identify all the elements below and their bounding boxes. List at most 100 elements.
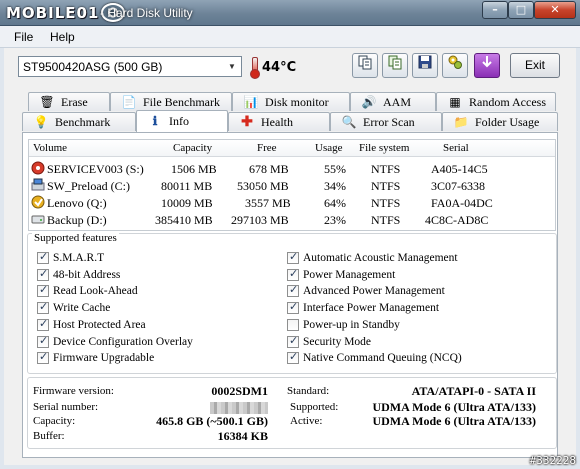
active-value: UDMA Mode 6 (Ultra ATA/133) bbox=[372, 414, 536, 428]
system-drive-icon bbox=[31, 178, 45, 191]
feature-label: Interface Power Management bbox=[303, 302, 440, 315]
checkbox-checked-icon[interactable] bbox=[37, 334, 49, 348]
feature-checkbox[interactable]: Write Cache bbox=[37, 300, 111, 315]
col-file-system[interactable]: File system bbox=[359, 142, 409, 154]
supported-label: Supported: bbox=[290, 401, 339, 413]
magnifier-icon: 🔍 bbox=[341, 114, 357, 129]
drive-select-value: ST9500420ASG (500 GB) bbox=[23, 60, 163, 74]
tab-erase[interactable]: 🗑 Erase bbox=[28, 92, 110, 111]
tab-random-access[interactable]: ▦ Random Access bbox=[436, 92, 556, 111]
feature-label: Write Cache bbox=[53, 302, 111, 315]
minimize-button[interactable]: – bbox=[482, 1, 508, 19]
checkbox-checked-icon[interactable] bbox=[37, 267, 49, 281]
active-label: Active: bbox=[290, 415, 323, 427]
tab-aam[interactable]: 🔊 AAM bbox=[350, 92, 436, 111]
menu-down-button[interactable] bbox=[474, 53, 500, 78]
window-title: - Hard Disk Utility bbox=[100, 6, 193, 20]
close-button[interactable]: ✕ bbox=[534, 1, 576, 19]
col-volume[interactable]: Volume bbox=[33, 142, 67, 154]
checkbox-unchecked-icon[interactable] bbox=[287, 318, 299, 331]
firmware-label: Firmware version: bbox=[33, 385, 114, 397]
temperature-display: 44°C bbox=[250, 56, 296, 79]
table-row[interactable]: SW_Preload (C:) 80011 MB 53050 MB 34% NT… bbox=[29, 177, 555, 194]
checkbox-checked-icon[interactable] bbox=[287, 283, 299, 298]
thermometer-icon bbox=[250, 57, 260, 79]
menu-file[interactable]: File bbox=[14, 30, 33, 44]
feature-checkbox[interactable]: Power-up in Standby bbox=[287, 318, 400, 332]
volume-table: Volume Capacity Free Usage File system S… bbox=[28, 139, 556, 231]
lightbulb-icon: 💡 bbox=[33, 114, 49, 129]
feature-checkbox[interactable]: Security Mode bbox=[287, 334, 371, 349]
tab-error-scan[interactable]: 🔍 Error Scan bbox=[330, 112, 442, 131]
feature-checkbox[interactable]: Device Configuration Overlay bbox=[37, 334, 193, 349]
recovery-drive-icon bbox=[31, 195, 45, 209]
feature-checkbox[interactable]: S.M.A.R.T bbox=[37, 250, 105, 265]
feature-checkbox[interactable]: Native Command Queuing (NCQ) bbox=[287, 350, 462, 365]
feature-checkbox[interactable]: Advanced Power Management bbox=[287, 283, 445, 298]
col-serial[interactable]: Serial bbox=[443, 142, 469, 154]
feature-label: Device Configuration Overlay bbox=[53, 335, 193, 348]
checkbox-checked-icon[interactable] bbox=[287, 250, 299, 264]
drive-select[interactable]: ST9500420ASG (500 GB) ▼ bbox=[18, 56, 242, 77]
trash-icon: 🗑 bbox=[39, 94, 55, 109]
save-button[interactable] bbox=[412, 53, 438, 78]
maximize-button[interactable]: □ bbox=[508, 1, 534, 19]
copy-report-icon bbox=[388, 55, 402, 70]
checkbox-checked-icon[interactable] bbox=[37, 300, 49, 315]
service-drive-icon bbox=[31, 161, 45, 175]
checkbox-checked-icon[interactable] bbox=[37, 283, 49, 298]
watermark: #332228 bbox=[529, 454, 576, 467]
speaker-icon: 🔊 bbox=[361, 94, 377, 109]
checkbox-checked-icon[interactable] bbox=[287, 300, 299, 315]
logo-text: MOBILE01 bbox=[6, 3, 100, 22]
chart-icon: 📊 bbox=[243, 94, 259, 109]
checkbox-checked-icon[interactable] bbox=[37, 350, 49, 365]
feature-label: Power-up in Standby bbox=[303, 318, 400, 331]
feature-checkbox[interactable]: Read Look-Ahead bbox=[37, 283, 138, 298]
feature-checkbox[interactable]: Power Management bbox=[287, 267, 395, 282]
feature-label: 48-bit Address bbox=[53, 268, 121, 281]
table-row[interactable]: Lenovo (Q:) 10009 MB 3557 MB 64% NTFS FA… bbox=[29, 194, 555, 211]
capacity-value: 465.8 GB (~500.1 GB) bbox=[156, 414, 268, 428]
copy-info-icon bbox=[358, 55, 372, 70]
capacity-label: Capacity: bbox=[33, 415, 76, 427]
feature-checkbox[interactable]: Automatic Acoustic Management bbox=[287, 250, 458, 265]
checkbox-checked-icon[interactable] bbox=[287, 350, 299, 365]
tab-disk-monitor[interactable]: 📊 Disk monitor bbox=[232, 92, 350, 111]
checkbox-checked-icon[interactable] bbox=[37, 317, 49, 331]
checkbox-checked-icon[interactable] bbox=[287, 334, 299, 348]
tab-health[interactable]: ✚ Health bbox=[228, 112, 330, 131]
table-row[interactable]: Backup (D:) 385410 MB 297103 MB 23% NTFS… bbox=[29, 211, 555, 228]
volume-table-header: Volume Capacity Free Usage File system S… bbox=[29, 140, 555, 157]
menu-help[interactable]: Help bbox=[50, 30, 75, 44]
checkbox-checked-icon[interactable] bbox=[37, 250, 49, 264]
title-bar: MOBILE01 - Hard Disk Utility – □ ✕ bbox=[0, 0, 580, 26]
tab-folder-usage[interactable]: 📁 Folder Usage bbox=[442, 112, 558, 131]
supported-value: UDMA Mode 6 (Ultra ATA/133) bbox=[372, 400, 536, 414]
menu-bar: File Help bbox=[0, 26, 580, 48]
table-row[interactable]: SERVICEV003 (S:) 1506 MB 678 MB 55% NTFS… bbox=[29, 160, 555, 177]
feature-label: S.M.A.R.T bbox=[53, 252, 105, 264]
feature-checkbox[interactable]: Interface Power Management bbox=[287, 300, 440, 315]
exit-button[interactable]: Exit bbox=[510, 53, 560, 78]
options-icon bbox=[448, 55, 462, 69]
chevron-down-icon: ▼ bbox=[228, 62, 236, 71]
feature-checkbox[interactable]: 48-bit Address bbox=[37, 267, 121, 282]
firmware-value: 0002SDM1 bbox=[211, 384, 268, 398]
feature-checkbox[interactable]: Host Protected Area bbox=[37, 317, 146, 332]
info-icon: ℹ bbox=[152, 114, 158, 128]
feature-checkbox[interactable]: Firmware Upgradable bbox=[37, 350, 154, 365]
feature-label: Host Protected Area bbox=[53, 318, 146, 331]
copy-info-button[interactable] bbox=[352, 53, 378, 78]
tab-benchmark[interactable]: 💡 Benchmark bbox=[22, 112, 136, 131]
options-button[interactable] bbox=[442, 53, 468, 78]
file-benchmark-icon: 📄 bbox=[121, 94, 137, 109]
tab-file-benchmark[interactable]: 📄 File Benchmark bbox=[110, 92, 232, 111]
tab-info[interactable]: ℹ Info bbox=[136, 110, 228, 132]
checkbox-checked-icon[interactable] bbox=[287, 267, 299, 281]
copy-report-button[interactable] bbox=[382, 53, 408, 78]
col-capacity[interactable]: Capacity bbox=[173, 142, 212, 154]
col-free[interactable]: Free bbox=[257, 142, 277, 154]
standard-label: Standard: bbox=[287, 385, 330, 397]
col-usage[interactable]: Usage bbox=[315, 142, 343, 154]
